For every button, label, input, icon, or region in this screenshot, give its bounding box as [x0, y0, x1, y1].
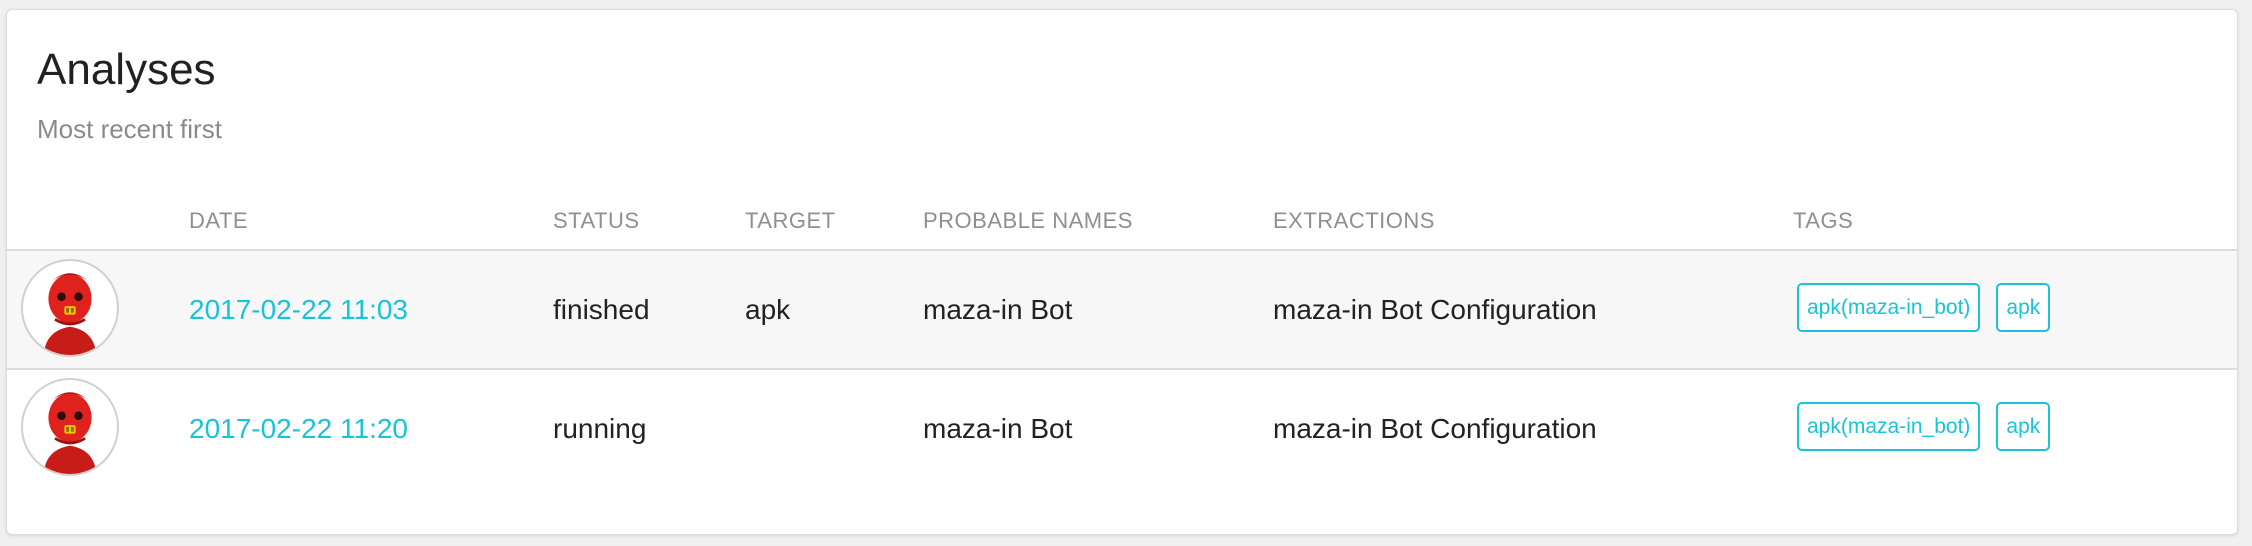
- tag-badge[interactable]: apk(maza-in_bot): [1797, 283, 1981, 332]
- analysis-extractions: maza-in Bot Configuration: [1273, 413, 1597, 444]
- analyses-card: Analyses Most recent first DATE STATUS T…: [6, 9, 2238, 535]
- analysis-date-link[interactable]: 2017-02-22 11:20: [189, 412, 408, 446]
- table-row[interactable]: 2017-02-22 11:03 finished apk maza-in Bo…: [7, 251, 2237, 370]
- column-header-probable-names: PROBABLE NAMES: [923, 208, 1133, 233]
- page-subtitle: Most recent first: [37, 114, 222, 144]
- column-header-extractions: EXTRACTIONS: [1273, 208, 1435, 233]
- tag-badge[interactable]: apk(maza-in_bot): [1797, 402, 1981, 451]
- analysis-status: running: [553, 413, 647, 444]
- red-robot-icon: [21, 378, 119, 476]
- page-title: Analyses: [37, 45, 216, 94]
- column-header-tags: TAGS: [1793, 208, 1854, 233]
- analysis-probable-names: maza-in Bot: [923, 413, 1073, 444]
- red-robot-icon: [21, 259, 119, 357]
- analysis-extractions: maza-in Bot Configuration: [1273, 294, 1597, 325]
- analysis-date-link[interactable]: 2017-02-22 11:03: [189, 293, 408, 327]
- analysis-target: apk: [745, 294, 791, 325]
- tag-list: apk(maza-in_bot) apk: [1797, 402, 2051, 451]
- analysis-probable-names: maza-in Bot: [923, 294, 1073, 325]
- table-header: DATE STATUS TARGET PROBABLE NAMES EXTRAC…: [7, 200, 2237, 251]
- column-header-date: DATE: [189, 208, 249, 233]
- tag-badge[interactable]: apk: [1996, 402, 2051, 451]
- tag-badge[interactable]: apk: [1996, 283, 2051, 332]
- analysis-status: finished: [553, 294, 650, 325]
- analyses-table: DATE STATUS TARGET PROBABLE NAMES EXTRAC…: [7, 200, 2237, 487]
- column-header-status: STATUS: [553, 208, 640, 233]
- tag-list: apk(maza-in_bot) apk: [1797, 283, 2051, 332]
- column-header-target: TARGET: [745, 208, 836, 233]
- table-row[interactable]: 2017-02-22 11:20 running maza-in Bot maz…: [7, 370, 2237, 487]
